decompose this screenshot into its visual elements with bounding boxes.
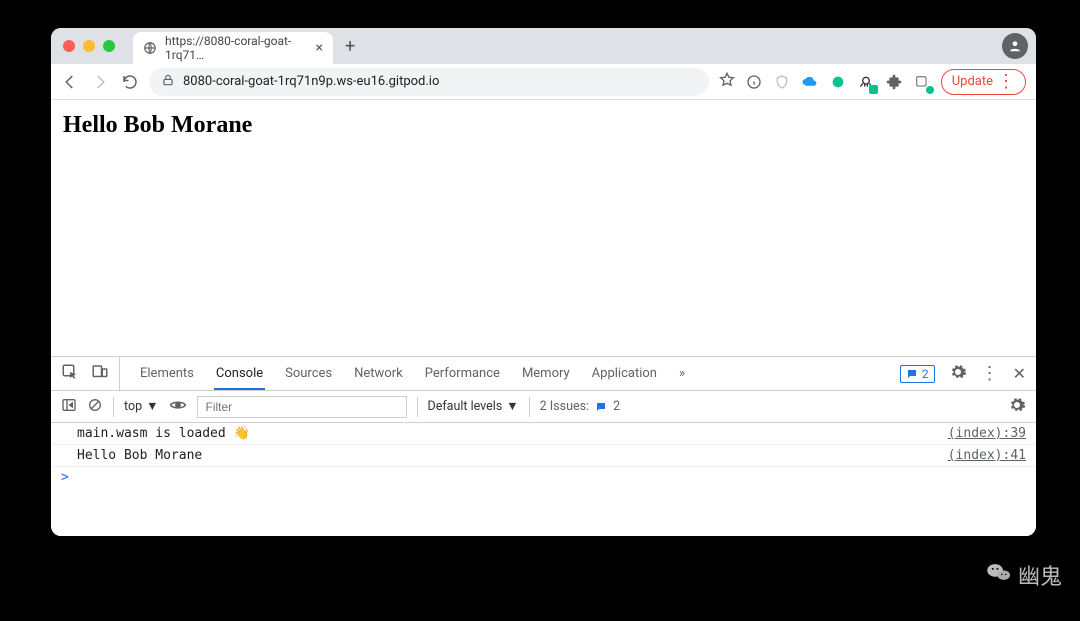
tab-close-button[interactable]: × (316, 41, 323, 55)
devtools-panel: Elements Console Sources Network Perform… (51, 356, 1036, 536)
console-notice-badge[interactable]: 2 (900, 365, 935, 383)
address-bar[interactable]: 8080-coral-goat-1rq71n9p.ws-eu16.gitpod.… (149, 68, 709, 96)
console-row: Hello Bob Morane (index):41 (51, 445, 1036, 467)
watermark-text: 幽鬼 (1018, 559, 1062, 591)
minimize-window-button[interactable] (83, 40, 95, 52)
console-settings-button[interactable] (1008, 396, 1026, 418)
macos-traffic-lights (63, 40, 115, 52)
update-button[interactable]: Update ⋮ (941, 69, 1026, 95)
console-row: main.wasm is loaded 👋 (index):39 (51, 423, 1036, 445)
tab-application[interactable]: Application (590, 358, 659, 389)
forward-button[interactable] (91, 73, 109, 91)
maximize-window-button[interactable] (103, 40, 115, 52)
globe-icon (143, 41, 157, 55)
console-prompt[interactable]: > (51, 467, 1036, 488)
chevron-down-icon: ▼ (506, 399, 518, 414)
tab-sources[interactable]: Sources (283, 358, 334, 389)
profile-avatar-button[interactable] (1002, 33, 1028, 59)
cloud-ext-icon[interactable] (801, 73, 819, 91)
tab-memory[interactable]: Memory (520, 358, 572, 389)
tab-network[interactable]: Network (352, 358, 405, 389)
console-toolbar: top ▼ Default levels ▼ 2 Issues: 2 (51, 391, 1036, 423)
page-viewport: Hello Bob Morane (51, 100, 1036, 356)
log-levels-selector[interactable]: Default levels ▼ (428, 399, 519, 414)
console-sidebar-toggle-icon[interactable] (61, 397, 77, 417)
console-message: Hello Bob Morane (77, 448, 948, 463)
address-url: 8080-coral-goat-1rq71n9p.ws-eu16.gitpod.… (183, 74, 439, 89)
page-heading: Hello Bob Morane (63, 112, 1024, 139)
reload-button[interactable] (121, 73, 139, 91)
issues-label: 2 Issues: (540, 399, 589, 414)
browser-toolbar: 8080-coral-goat-1rq71n9p.ws-eu16.gitpod.… (51, 64, 1036, 100)
bookmark-star-button[interactable] (719, 72, 735, 92)
wechat-icon (986, 561, 1012, 589)
info-icon[interactable] (745, 73, 763, 91)
console-output: main.wasm is loaded 👋 (index):39 Hello B… (51, 423, 1036, 536)
inspect-element-icon[interactable] (61, 363, 79, 385)
close-window-button[interactable] (63, 40, 75, 52)
devtools-tab-strip: Elements Console Sources Network Perform… (51, 357, 1036, 391)
extensions-puzzle-icon[interactable] (885, 73, 903, 91)
tab-performance[interactable]: Performance (423, 358, 502, 389)
watermark: 幽鬼 (986, 559, 1062, 591)
new-tab-button[interactable]: + (339, 36, 361, 57)
console-source-link[interactable]: (index):41 (948, 448, 1026, 463)
back-button[interactable] (61, 73, 79, 91)
tab-overflow[interactable]: » (677, 358, 687, 389)
filter-input[interactable] (197, 396, 407, 418)
devtools-close-button[interactable]: ✕ (1013, 364, 1026, 383)
shield-icon[interactable] (773, 73, 791, 91)
devtools-menu-button[interactable]: ⋮ (981, 365, 999, 383)
chrome-window: https://8080-coral-goat-1rq71… × + 8080-… (51, 28, 1036, 536)
update-label: Update (952, 74, 993, 89)
log-levels-label: Default levels (428, 399, 503, 414)
chrome-menu-button[interactable]: ⋮ (997, 73, 1015, 91)
clear-console-icon[interactable] (87, 397, 103, 417)
tab-elements[interactable]: Elements (138, 358, 196, 389)
context-selector[interactable]: top ▼ (124, 399, 159, 414)
issues-count: 2 (613, 399, 620, 414)
tab-title: https://8080-coral-goat-1rq71… (165, 34, 308, 62)
lock-icon (161, 73, 175, 91)
notice-count: 2 (922, 367, 929, 381)
tab-console[interactable]: Console (214, 358, 265, 389)
nav-buttons (61, 73, 139, 91)
browser-tab[interactable]: https://8080-coral-goat-1rq71… × (133, 32, 333, 64)
live-expression-icon[interactable] (169, 398, 187, 416)
devtools-settings-button[interactable] (949, 363, 967, 385)
context-label: top (124, 399, 142, 414)
tab-strip: https://8080-coral-goat-1rq71… × + (51, 28, 1036, 64)
issues-indicator[interactable]: 2 Issues: 2 (540, 399, 620, 414)
device-toggle-icon[interactable] (91, 363, 109, 385)
gitpod-ext-icon[interactable] (913, 73, 931, 91)
console-message: main.wasm is loaded 👋 (77, 426, 948, 441)
chevron-down-icon: ▼ (146, 399, 158, 414)
green-ext-icon[interactable] (829, 73, 847, 91)
extension-icons (745, 73, 931, 91)
octopus-ext-icon[interactable] (857, 73, 875, 91)
console-source-link[interactable]: (index):39 (948, 426, 1026, 441)
